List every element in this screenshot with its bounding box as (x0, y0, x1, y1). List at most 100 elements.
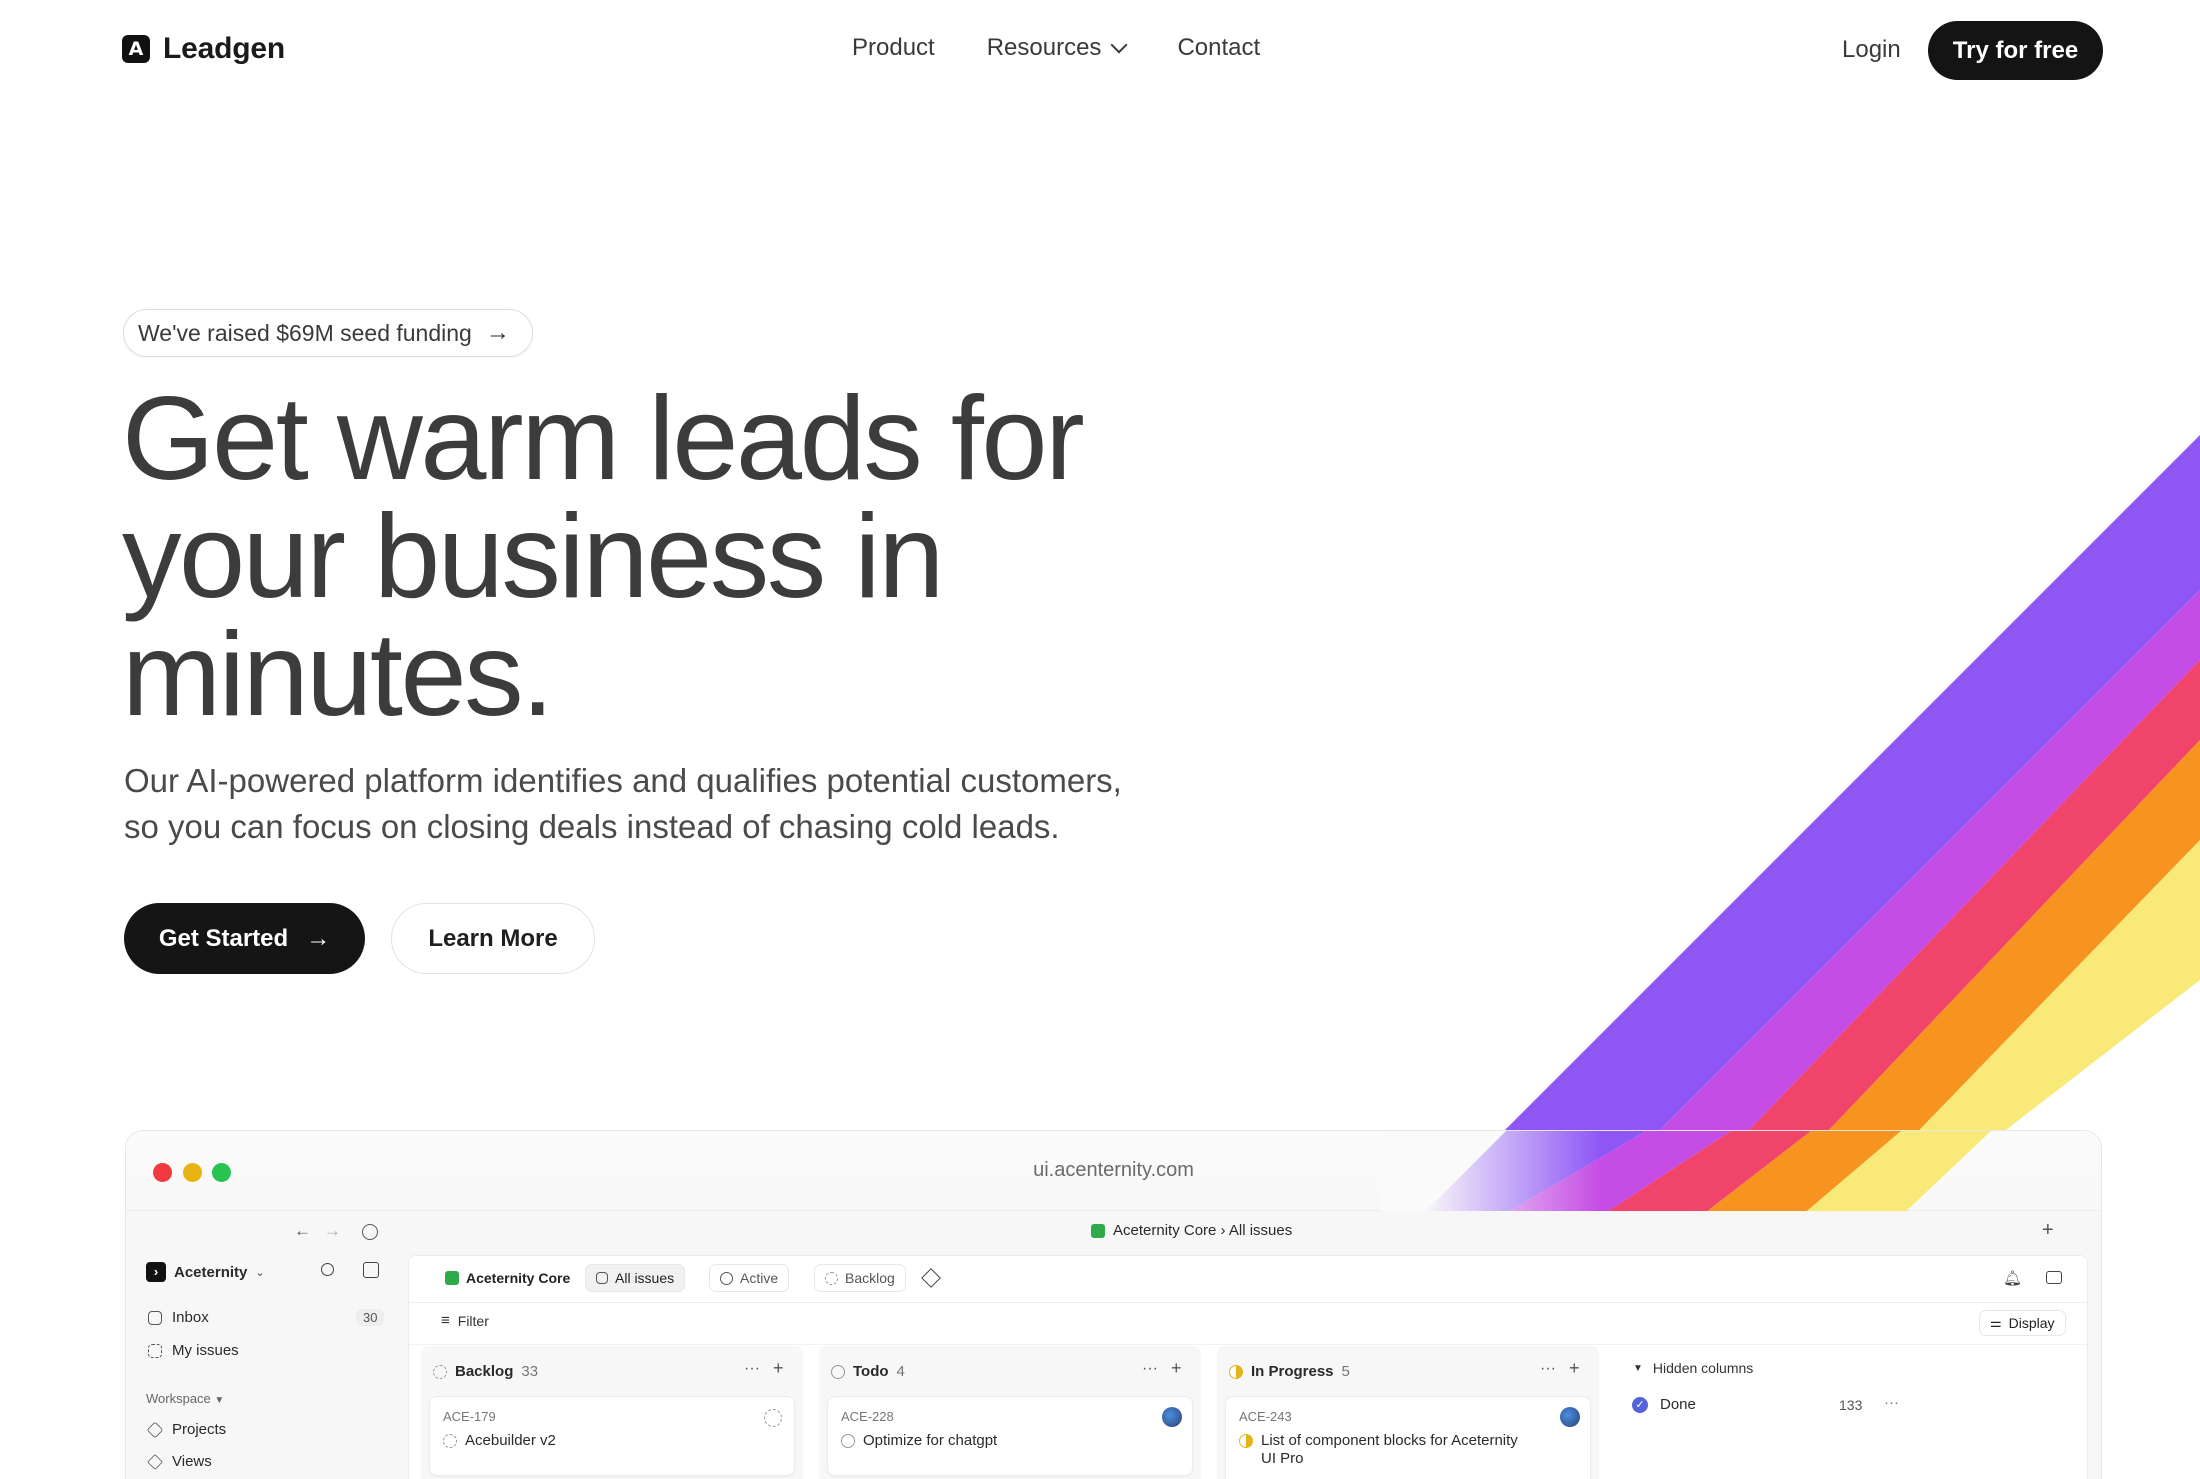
bell-icon[interactable]: 🔔︎ (2003, 1269, 2022, 1287)
done-count: 133 (1839, 1397, 1863, 1413)
back-arrow-icon[interactable]: ← (294, 1221, 311, 1241)
column-add-icon[interactable]: + (1569, 1358, 1580, 1379)
column-count: 4 (896, 1363, 905, 1380)
filter-icon: ≡ (441, 1312, 450, 1329)
tab-project[interactable]: Aceternity Core (435, 1264, 580, 1292)
get-started-button[interactable]: Get Started → (124, 903, 365, 974)
sidebar-item-label: Views (172, 1453, 212, 1470)
assignee-avatar[interactable] (1162, 1407, 1182, 1427)
tab-label: All issues (615, 1270, 675, 1286)
rainbow-band-purple (1430, 435, 2200, 1210)
issue-card[interactable]: ACE-243 List of component blocks for Ace… (1225, 1396, 1591, 1479)
copy-icon (596, 1272, 608, 1284)
nav-link-resources[interactable]: Resources (987, 34, 1128, 62)
issue-title-row: Acebuilder v2 (443, 1432, 556, 1449)
unassigned-avatar-icon[interactable] (764, 1409, 782, 1427)
headline-line: minutes. (122, 608, 554, 741)
hero-headline: Get warm leads for your business in minu… (122, 379, 1322, 734)
my-issues-icon (148, 1343, 162, 1358)
projects-cube-icon (146, 1421, 164, 1438)
subtext-line: Our AI-powered platform identifies and q… (124, 762, 1122, 799)
issue-id: ACE-243 (1239, 1409, 1292, 1424)
browser-window: ui.acenternity.com ← → Aceternity Core ›… (125, 1130, 2102, 1479)
history-clock-icon[interactable] (362, 1224, 378, 1240)
inbox-count-badge: 30 (356, 1309, 385, 1326)
project-cube-icon (445, 1271, 459, 1285)
forward-arrow-icon[interactable]: → (324, 1221, 341, 1241)
login-link[interactable]: Login (1842, 36, 1901, 64)
project-cube-icon (1091, 1223, 1105, 1238)
issues-board: Aceternity Core All issues Active Backlo… (408, 1255, 2088, 1479)
done-label: Done (1660, 1396, 1696, 1413)
hidden-column-done[interactable]: ✓ Done (1632, 1396, 1696, 1413)
todo-status-icon (831, 1364, 845, 1379)
views-layers-icon (147, 1453, 163, 1470)
sidebar-item-my-issues[interactable]: My issues (148, 1342, 239, 1359)
hidden-columns-toggle[interactable]: ▼ Hidden columns (1633, 1360, 1753, 1376)
display-label: Display (2008, 1315, 2055, 1331)
sidebar-item-projects[interactable]: Projects (146, 1421, 227, 1438)
done-more-icon[interactable]: ··· (1884, 1394, 1899, 1411)
workspace-switcher[interactable]: › Aceternity ⌄ (146, 1262, 265, 1282)
nav-link-label: Product (852, 34, 935, 61)
funding-badge[interactable]: We've raised $69M seed funding → (123, 309, 533, 357)
learn-more-button[interactable]: Learn More (391, 903, 595, 974)
sliders-icon: ⚌ (1990, 1315, 2002, 1330)
app-window: ← → Aceternity Core › All issues + › Ace… (126, 1211, 2101, 1479)
issue-card[interactable]: ACE-228 Optimize for chatgpt (827, 1396, 1193, 1476)
column-more-icon[interactable]: ··· (744, 1360, 760, 1378)
tab-all-issues[interactable]: All issues (585, 1264, 686, 1292)
inbox-icon (148, 1310, 162, 1325)
issue-title-row: List of component blocks for Aceternity U… (1239, 1432, 1518, 1468)
caret-down-icon: ▼ (214, 1395, 225, 1406)
assignee-avatar[interactable] (1560, 1407, 1580, 1427)
todo-status-icon (841, 1433, 855, 1448)
hidden-columns-label: Hidden columns (1652, 1360, 1754, 1376)
headline-line: Get warm leads for (122, 372, 1085, 505)
search-icon[interactable] (321, 1263, 334, 1276)
breadcrumb-text: Aceternity Core › All issues (1113, 1222, 1293, 1239)
issue-id: ACE-228 (841, 1409, 894, 1424)
column-count: 5 (1341, 1363, 1350, 1380)
toolbar-divider (409, 1302, 2087, 1303)
section-label-text: Workspace (146, 1391, 211, 1406)
nav-link-product[interactable]: Product (852, 34, 935, 62)
issue-title-line: UI Pro (1261, 1450, 1304, 1467)
sidebar-item-inbox[interactable]: Inbox (148, 1309, 209, 1326)
tab-label: Active (740, 1270, 779, 1286)
app-breadcrumb: Aceternity Core › All issues (1091, 1222, 1292, 1239)
browser-titlebar: ui.acenternity.com (126, 1131, 2101, 1211)
issue-title: List of component blocks for Aceternity U… (1261, 1432, 1518, 1468)
nav-link-contact[interactable]: Contact (1177, 34, 1260, 62)
compose-icon[interactable] (363, 1262, 379, 1278)
half-circle-icon (720, 1271, 733, 1285)
brand-name: Leadgen (163, 32, 285, 65)
backlog-status-icon (433, 1364, 447, 1379)
tab-backlog[interactable]: Backlog (814, 1264, 906, 1292)
tab-active[interactable]: Active (709, 1264, 790, 1292)
nav-link-label: Contact (1177, 34, 1261, 61)
sidebar-item-views[interactable]: Views (147, 1453, 212, 1470)
filter-button[interactable]: ≡ Filter (441, 1312, 489, 1329)
display-button[interactable]: ⚌ Display (1979, 1310, 2066, 1336)
column-name: Todo (853, 1363, 889, 1380)
issue-title-line: List of component blocks for Aceternity (1261, 1432, 1518, 1449)
column-header-todo: Todo 4 (831, 1363, 905, 1380)
workspace-section-label[interactable]: Workspace ▼ (146, 1391, 224, 1406)
column-more-icon[interactable]: ··· (1540, 1360, 1556, 1378)
arrow-right-icon: → (306, 924, 331, 952)
top-nav: A Leadgen Product Resources Contact Logi… (0, 0, 2200, 100)
column-add-icon[interactable]: + (1171, 1358, 1182, 1379)
try-for-free-button[interactable]: Try for free (1928, 21, 2103, 80)
issue-card[interactable]: ACE-179 Acebuilder v2 (429, 1396, 795, 1476)
layers-icon[interactable] (921, 1268, 941, 1288)
brand-logo[interactable]: A Leadgen (122, 32, 285, 66)
column-more-icon[interactable]: ··· (1142, 1360, 1158, 1378)
sidebar-toggle-icon[interactable] (2046, 1271, 2062, 1284)
column-add-icon[interactable]: + (773, 1358, 784, 1379)
sidebar-item-label: Projects (172, 1421, 227, 1438)
add-tab-icon[interactable]: + (2042, 1219, 2054, 1242)
issue-title-row: Optimize for chatgpt (841, 1432, 997, 1449)
in-progress-status-icon (1239, 1434, 1253, 1448)
rainbow-band-magenta (1560, 590, 2200, 1210)
